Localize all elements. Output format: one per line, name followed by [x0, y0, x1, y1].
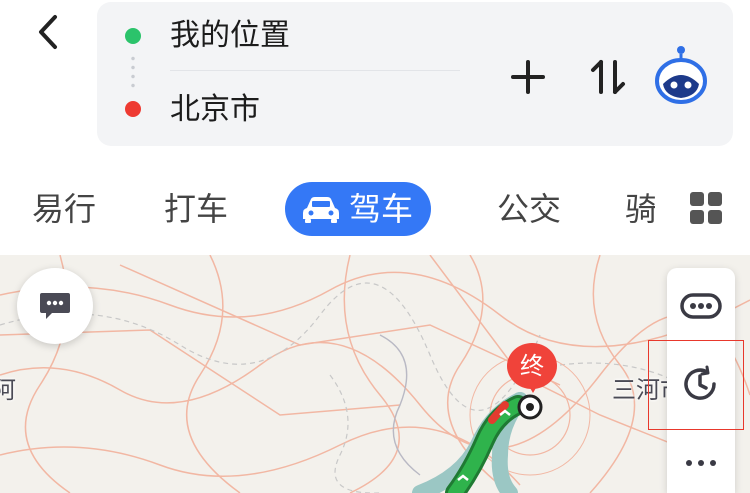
start-dot — [125, 28, 141, 44]
traffic-button[interactable] — [667, 276, 735, 336]
tab-drive[interactable]: 驾车 — [285, 182, 432, 236]
plus-icon — [511, 60, 545, 94]
end-dot — [125, 101, 141, 117]
divider — [170, 70, 460, 71]
transport-mode-tabs: 易行 打车 驾车 公交 骑 — [0, 178, 750, 240]
robot-assistant-icon — [655, 46, 707, 104]
tab-taxi[interactable]: 打车 — [164, 178, 228, 240]
back-button[interactable] — [28, 10, 68, 54]
chevron-left-icon — [39, 15, 57, 49]
route-input-card: 我的位置 北京市 — [97, 2, 733, 146]
tab-bus[interactable]: 公交 — [497, 178, 561, 240]
swap-vertical-icon — [591, 60, 625, 94]
route-connector — [131, 54, 135, 92]
car-icon — [303, 197, 339, 223]
chat-bubble-icon — [40, 293, 70, 319]
more-button[interactable] — [667, 433, 735, 493]
tab-drive-label: 驾车 — [349, 190, 414, 228]
destination-marker[interactable]: 终 — [507, 343, 559, 403]
more-dots-icon — [686, 460, 716, 466]
swap-route-button[interactable] — [581, 50, 635, 104]
chat-button[interactable] — [17, 268, 93, 344]
add-waypoint-button[interactable] — [501, 50, 555, 104]
end-location-field[interactable]: 北京市 — [170, 92, 260, 128]
tab-easy-travel[interactable]: 易行 — [32, 178, 96, 240]
start-location-field[interactable]: 我的位置 — [170, 18, 290, 54]
route-header: 我的位置 北京市 易行 打车 驾车 公交 骑 — [0, 0, 750, 255]
map-view[interactable]: 三河市 阿 — [0, 255, 750, 493]
highlight-box — [648, 340, 744, 430]
map-label-left: 阿 — [0, 376, 16, 404]
destination-marker-tail — [526, 381, 540, 393]
tab-bike[interactable]: 骑 — [625, 178, 655, 240]
more-modes-button[interactable] — [690, 192, 724, 226]
traffic-capsule-icon — [680, 293, 722, 319]
assistant-button[interactable] — [649, 42, 713, 106]
